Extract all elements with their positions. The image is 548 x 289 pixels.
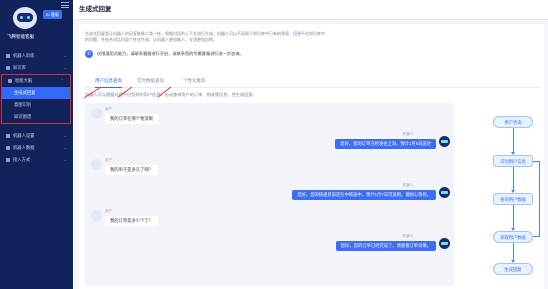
sidebar-item-settings[interactable]: 机器人设置 ⌄ <box>0 130 73 142</box>
sender-label: 机器人 <box>403 183 414 187</box>
flow-connector <box>513 205 514 229</box>
robot-logo-icon <box>13 7 37 29</box>
sidebar-item-data[interactable]: 机器人数据 ⌄ <box>0 142 73 154</box>
book-icon <box>6 65 10 70</box>
sender-label: 用户 <box>105 158 112 162</box>
content-card: 生成式回复是让机器人的回复能像人类一样，根据对话的上下文进行生成，机器人可以不局… <box>79 24 544 289</box>
chat-message-user: 我的单子是多久了啊？ <box>105 165 158 175</box>
user-avatar <box>91 108 102 119</box>
sidebar-item-knowledge[interactable]: 知识库 ⌄ <box>0 62 73 74</box>
sidebar-item-label: 智能大脑 <box>15 78 33 83</box>
user-avatar <box>91 159 102 170</box>
chevron-down-icon: ⌄ <box>63 133 67 138</box>
tab-personalized[interactable]: 个性化推荐 <box>183 75 206 88</box>
flow-node-identify: 识别用户信息 <box>493 155 533 167</box>
sidebar-item-label: 机器人数据 <box>13 145 35 150</box>
chat-message-bot: 您好，您的订单已经完成了，请查看订单详情。 <box>335 241 436 251</box>
feature-description: 生成式回复是让机器人的回复能像人类一样，根据对话的上下文进行生成，机器人可以不局… <box>85 31 325 42</box>
gear-icon <box>6 133 10 138</box>
sender-label: 用户 <box>105 107 112 111</box>
chevron-down-icon: ⌄ <box>63 53 67 58</box>
chevron-down-icon: ⌄ <box>63 65 67 70</box>
robot-icon <box>6 53 10 58</box>
tab-bar: 用户信息查询 实时数据查询 个性化推荐 <box>85 75 540 88</box>
sidebar-item-label: 机器人设置 <box>13 133 35 138</box>
main-content: 生成式回复 生成式回复是让机器人的回复能像人类一样，根据对话的上下文进行生成，机… <box>73 0 548 289</box>
page-title: 生成式回复 <box>73 0 548 20</box>
sender-label: 机器人 <box>403 132 414 136</box>
app-title: 飞腾智能客服 <box>7 34 34 39</box>
brain-icon <box>8 78 12 83</box>
product-badge: AI 客服 <box>43 10 62 19</box>
sidebar-item-brain[interactable]: 智能大脑 ⌃ <box>2 75 70 87</box>
user-avatar <box>91 210 102 221</box>
flow-loop-connector <box>533 161 540 237</box>
sidebar-item-label: 知识库 <box>13 65 26 70</box>
flow-connector <box>513 167 514 191</box>
chevron-down-icon: ⌄ <box>63 157 67 162</box>
logo-area: AI 客服 飞腾智能客服 <box>0 0 73 50</box>
tab-realtime-data[interactable]: 实时数据查询 <box>137 75 164 88</box>
sender-label: 机器人 <box>403 234 414 238</box>
flow-node-start: 用户咨询 <box>493 116 533 128</box>
chat-message-bot: 您好，您的订单已经发往上海，预计1月5日送达 <box>335 139 436 149</box>
chat-message-bot: 您好，您的快递目前还在中转途中，预计1月7日可送到，请耐心等待。 <box>292 190 436 200</box>
sidebar-item-label: 机器人训练 <box>13 53 35 58</box>
flow-connector <box>513 243 514 261</box>
sidebar-item-access[interactable]: 接入方式 ⌄ <box>0 154 73 166</box>
bot-avatar <box>439 136 450 147</box>
chart-icon <box>6 145 10 150</box>
phone-icon: ✆ <box>85 49 93 58</box>
sidebar-subitem-graph[interactable]: 知识图谱 <box>2 111 70 123</box>
bot-avatar <box>439 238 450 249</box>
sidebar-subitem-generative-reply[interactable]: 生成式回复 <box>2 87 70 99</box>
sidebar: AI 客服 飞腾智能客服 机器人训练 ⌄ 知识库 ⌄ 智能大脑 ⌃ 生成式回复 意图识… <box>0 0 73 289</box>
sidebar-group-brain: 智能大脑 ⌃ 生成式回复 意图识别 知识图谱 <box>1 74 71 124</box>
sidebar-subitem-intent[interactable]: 意图识别 <box>2 99 70 111</box>
chevron-down-icon: ⌄ <box>63 145 67 150</box>
flow-node-query: 查询用户数据 <box>493 193 533 205</box>
flow-node-fetch: 获取用户数据 <box>493 231 533 243</box>
chevron-up-icon: ⌃ <box>60 78 64 83</box>
tip-text: 仅限通用式能力，请联系客服进行开启，或联系您的专属客服进行进一步咨询。 <box>97 51 244 56</box>
menu-toggle-icon[interactable] <box>61 2 69 8</box>
plug-icon <box>6 157 10 162</box>
contact-tip: ✆ 仅限通用式能力，请联系客服进行开启，或联系您的专属客服进行进一步咨询。 <box>85 49 244 59</box>
chat-demo: 用户 我的订单在哪个物流啊 机器人 您好，您的订单已经发往上海，预计1月5日送达… <box>85 103 454 286</box>
chat-message-user: 我的订单在哪个物流啊 <box>105 114 158 124</box>
bot-avatar <box>439 187 450 198</box>
tab-user-info[interactable]: 用户信息查询 <box>95 75 122 88</box>
sidebar-item-robot-training[interactable]: 机器人训练 ⌄ <box>0 50 73 62</box>
tab-hint: 机器人可以根据对话中识别到的用户信息，自动查询用户的订单、物流等信息，并生成回复… <box>85 92 257 97</box>
flow-connector <box>513 128 514 153</box>
flow-node-reply: 生成回复 <box>493 263 533 275</box>
chat-message-user: 我的订单是多少个了？ <box>105 216 158 226</box>
sender-label: 用户 <box>105 209 112 213</box>
sidebar-item-label: 接入方式 <box>13 157 31 162</box>
